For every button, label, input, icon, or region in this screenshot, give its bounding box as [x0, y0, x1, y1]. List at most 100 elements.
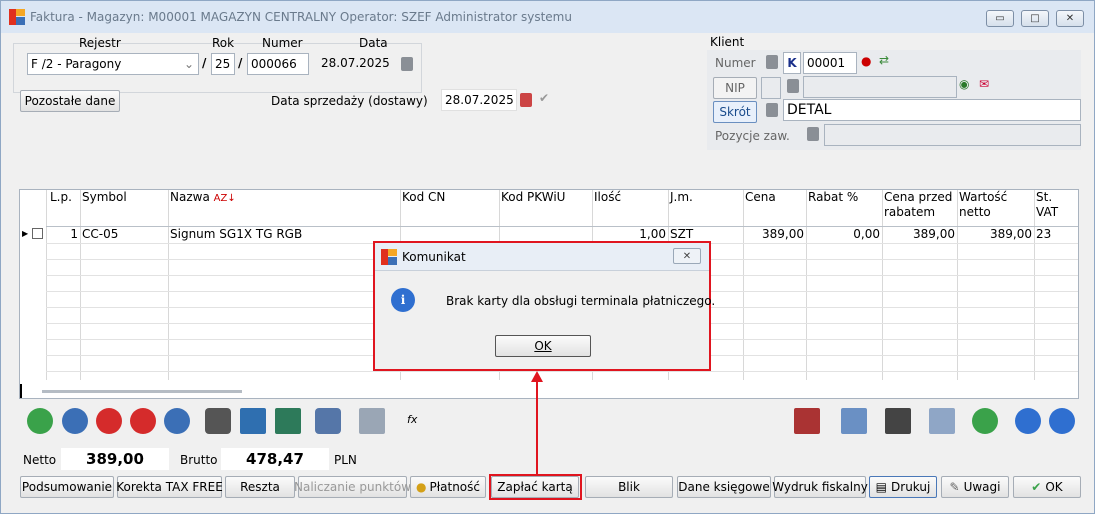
col-divider: [46, 190, 47, 380]
cursor-marker: [20, 384, 22, 398]
binoculars-icon[interactable]: [205, 408, 231, 434]
pozycje-field[interactable]: [824, 124, 1081, 146]
k-badge[interactable]: K: [783, 52, 801, 74]
dane-ksiegowe-button[interactable]: Dane księgowe: [677, 476, 771, 498]
rejestr-label: Rejestr: [79, 36, 121, 50]
korekta-tax-free-button[interactable]: Korekta TAX FREE: [116, 476, 223, 498]
chart-icon[interactable]: [794, 408, 820, 434]
uwagi-button[interactable]: ✎ Uwagi: [941, 476, 1009, 498]
skrot-button[interactable]: Skrót: [713, 101, 757, 123]
nip-field[interactable]: [803, 76, 957, 98]
numer-klient-label: Numer: [715, 56, 756, 70]
platnosc-button[interactable]: ● Płatność: [410, 476, 486, 498]
col-symbol[interactable]: Symbol: [80, 190, 127, 226]
col-vat[interactable]: St. VAT: [1034, 190, 1064, 226]
settings-icon[interactable]: [315, 408, 341, 434]
table-icon[interactable]: [240, 408, 266, 434]
rok-label: Rok: [212, 36, 235, 50]
col-wartosc[interactable]: Wartość netto: [957, 190, 1031, 226]
first-record-icon[interactable]: [1015, 408, 1041, 434]
sum-icon[interactable]: [275, 408, 301, 434]
minimize-button[interactable]: ▭: [986, 10, 1014, 27]
col-cena[interactable]: Cena: [743, 190, 776, 226]
save-icon[interactable]: [885, 408, 911, 434]
cell-wartosc: 389,00: [990, 227, 1032, 241]
calendar-icon[interactable]: [401, 57, 413, 71]
separator-2: /: [238, 56, 243, 70]
dialog-title-bar: Komunikat: [375, 243, 709, 271]
drukuj-label: Drukuj: [891, 480, 931, 494]
col-ilosc[interactable]: Ilość: [592, 190, 621, 226]
numer-field[interactable]: 000066: [247, 53, 309, 75]
refresh-icon[interactable]: [972, 408, 998, 434]
dialog-ok-label: OK: [534, 339, 552, 353]
naliczanie-punktow-button[interactable]: Naliczanie punktów: [294, 476, 411, 498]
cell-jm: SZT: [670, 227, 694, 241]
podsumowanie-button[interactable]: Podsumowanie: [20, 476, 114, 498]
note-icon: ✎: [949, 480, 960, 494]
rok-field[interactable]: 25: [211, 53, 235, 75]
wydruk-fiskalny-button[interactable]: Wydruk fiskalny: [772, 476, 868, 498]
calendar-icon[interactable]: [520, 93, 532, 107]
image-icon[interactable]: [359, 408, 385, 434]
komunikat-dialog: Komunikat ✕ i Brak karty dla obsługi ter…: [373, 241, 715, 371]
dialog-ok-button[interactable]: OK: [495, 335, 591, 357]
col-kod-pkwiu[interactable]: Kod PKWiU: [499, 190, 565, 226]
col-jm[interactable]: J.m.: [668, 190, 693, 226]
reszta-button[interactable]: Reszta: [225, 476, 295, 498]
last-record-icon[interactable]: [1049, 408, 1075, 434]
col-cena-przed[interactable]: Cena przed rabatem: [882, 190, 956, 226]
skrot-field[interactable]: DETAL: [783, 99, 1081, 121]
globe-icon[interactable]: ◉: [959, 77, 969, 91]
check-icon: ✔: [1031, 480, 1042, 494]
user-icon[interactable]: ●: [861, 54, 871, 68]
close-button[interactable]: ✕: [1056, 10, 1084, 27]
blik-button[interactable]: Blik: [585, 476, 673, 498]
refresh-icon[interactable]: ⇄: [879, 53, 889, 67]
window-title: Faktura - Magazyn: M00001 MAGAZYN CENTRA…: [30, 10, 572, 24]
klient-numer-field[interactable]: 00001: [803, 52, 857, 74]
data-sprzedazy-field[interactable]: 28.07.2025: [441, 89, 517, 111]
dialog-close-button[interactable]: ✕: [673, 248, 701, 264]
pozostale-dane-button[interactable]: Pozostałe dane: [20, 90, 120, 112]
ok-label: OK: [1045, 480, 1063, 494]
cell-cena-przed: 389,00: [913, 227, 955, 241]
printer-icon: ▤: [875, 480, 888, 494]
annotation-arrow-line: [536, 379, 538, 474]
col-kod-cn[interactable]: Kod CN: [400, 190, 445, 226]
ok-button[interactable]: ✔ OK: [1013, 476, 1081, 498]
cell-lp: 1: [70, 227, 78, 241]
col-lp[interactable]: L.p.: [48, 190, 72, 226]
windows-icon[interactable]: [929, 408, 955, 434]
cell-nazwa: Signum SG1X TG RGB: [170, 227, 303, 241]
add-icon[interactable]: [27, 408, 53, 434]
nip-prefix-field[interactable]: [761, 77, 781, 99]
sort-az-icon: AZ↓: [213, 193, 236, 204]
row-checkbox[interactable]: [32, 228, 43, 239]
preview-icon[interactable]: [62, 408, 88, 434]
document-icon[interactable]: [841, 408, 867, 434]
cell-vat: 23: [1036, 227, 1052, 241]
mail-icon[interactable]: ✉: [979, 77, 989, 91]
data-label: Data: [359, 36, 388, 50]
chevron-down-icon: ⌄: [183, 57, 194, 71]
function-icon[interactable]: fx: [407, 413, 417, 426]
rejestr-value: F /2 - Paragony: [31, 57, 122, 71]
separator-1: /: [202, 56, 207, 70]
klient-heading: Klient: [710, 35, 745, 49]
horizontal-scrollbar[interactable]: [42, 390, 242, 393]
rejestr-select[interactable]: F /2 - Paragony ⌄: [27, 53, 199, 75]
drukuj-button[interactable]: ▤ Drukuj: [869, 476, 937, 498]
col-rabat[interactable]: Rabat %: [806, 190, 858, 226]
highlight-zaplac-karta: [489, 474, 582, 500]
data-sprzedazy-label: Data sprzedaży (dostawy): [271, 94, 428, 108]
row-pointer-icon: ▶: [22, 229, 29, 238]
p-icon[interactable]: [164, 408, 190, 434]
maximize-button[interactable]: □: [1021, 10, 1049, 27]
lock-icon: [787, 79, 799, 93]
col-nazwa[interactable]: Nazwa AZ↓: [168, 190, 236, 226]
check-icon[interactable]: ✔: [539, 91, 549, 105]
nip-button[interactable]: NIP: [713, 77, 757, 99]
delete-checked-icon[interactable]: [130, 408, 156, 434]
delete-icon[interactable]: [96, 408, 122, 434]
